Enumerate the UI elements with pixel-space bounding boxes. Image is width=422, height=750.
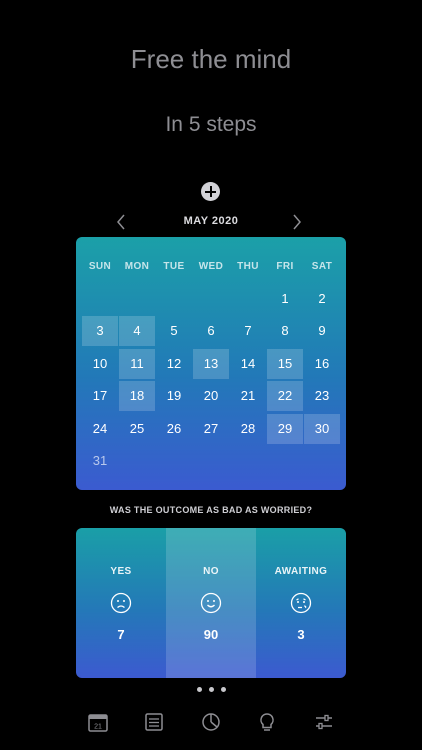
outcome-count: 90 bbox=[203, 627, 219, 642]
outcome-awaiting[interactable]: AWAITING 3 bbox=[256, 528, 346, 678]
calendar-day[interactable]: 21 bbox=[230, 381, 266, 411]
outcome-question: WAS THE OUTCOME AS BAD AS WORRIED? bbox=[109, 505, 313, 515]
outcome-label: NO bbox=[203, 566, 219, 577]
calendar-day[interactable]: 9 bbox=[304, 316, 340, 346]
calendar-day[interactable]: 23 bbox=[304, 381, 340, 411]
calendar-day[interactable]: 14 bbox=[230, 349, 266, 379]
page-dot bbox=[209, 687, 214, 692]
tab-list[interactable] bbox=[141, 709, 167, 735]
tab-bar: 21 bbox=[0, 705, 422, 739]
calendar-day[interactable]: 16 bbox=[304, 349, 340, 379]
calendar-day[interactable]: 22 bbox=[267, 381, 303, 412]
calendar-day[interactable]: 17 bbox=[82, 381, 118, 411]
weekday-label: SAT bbox=[311, 261, 333, 272]
tab-calendar[interactable]: 21 bbox=[85, 709, 111, 735]
calendar-day[interactable]: 18 bbox=[119, 381, 155, 412]
weekday-label: MON bbox=[124, 261, 150, 272]
hero-title: Free the mind bbox=[130, 44, 292, 74]
calendar-day[interactable]: 13 bbox=[193, 348, 229, 379]
calendar-day[interactable]: 26 bbox=[156, 414, 192, 444]
hero-subtitle: In 5 steps bbox=[165, 113, 257, 136]
add-entry-button[interactable] bbox=[201, 182, 220, 201]
outcome-count: 7 bbox=[117, 627, 125, 642]
calendar-day[interactable]: 3 bbox=[82, 316, 118, 347]
calendar-day[interactable]: 2 bbox=[304, 284, 340, 314]
outcome-yes[interactable]: YES 7 bbox=[76, 528, 166, 678]
outcome-summary: YES 7 NO 90 AWAITING 3 bbox=[76, 528, 346, 678]
tab-ideas[interactable] bbox=[254, 709, 280, 735]
calendar-day[interactable]: 15 bbox=[267, 348, 303, 379]
calendar-day[interactable]: 10 bbox=[82, 349, 118, 379]
calendar-day[interactable]: 29 bbox=[267, 413, 303, 444]
tab-stats[interactable] bbox=[198, 709, 224, 735]
pie-chart-icon bbox=[202, 713, 220, 731]
calendar-icon-day: 21 bbox=[94, 724, 102, 731]
calendar-day[interactable]: 24 bbox=[82, 414, 118, 444]
calendar-day[interactable]: 4 bbox=[119, 316, 155, 347]
calendar-day[interactable]: 25 bbox=[119, 414, 155, 444]
lightbulb-icon bbox=[260, 713, 274, 731]
month-label: MAY 2020 bbox=[183, 215, 239, 227]
outcome-label: AWAITING bbox=[274, 566, 328, 577]
calendar-day[interactable]: 28 bbox=[230, 414, 266, 444]
page-dot bbox=[221, 687, 226, 692]
weekday-label: WED bbox=[198, 261, 224, 272]
month-calendar: SUN MON TUE WED THU FRI SAT 1 2 3 4 5 6 7 8 9 10 11 12 13 1… bbox=[76, 237, 346, 490]
calendar-day[interactable]: 11 bbox=[119, 348, 155, 379]
weekday-label: SUN bbox=[88, 261, 112, 272]
calendar-day[interactable]: 1 bbox=[267, 284, 303, 314]
sliders-icon bbox=[316, 714, 332, 730]
calendar-day[interactable]: 20 bbox=[193, 381, 229, 411]
calendar-day[interactable]: 30 bbox=[304, 413, 340, 444]
weekday-label: THU bbox=[237, 261, 259, 272]
calendar-day[interactable]: 31 bbox=[82, 446, 118, 476]
next-month-button[interactable] bbox=[289, 213, 305, 231]
calendar-day[interactable]: 27 bbox=[193, 414, 229, 444]
calendar-day[interactable]: 19 bbox=[156, 381, 192, 411]
weekday-label: TUE bbox=[163, 261, 185, 272]
outcome-count: 3 bbox=[297, 627, 305, 642]
outcome-label: YES bbox=[110, 566, 132, 577]
calendar-day[interactable]: 6 bbox=[193, 316, 229, 346]
calendar-day[interactable]: 5 bbox=[156, 316, 192, 346]
tab-settings[interactable] bbox=[311, 709, 337, 735]
page-dot bbox=[197, 687, 202, 692]
outcome-no[interactable]: NO 90 bbox=[166, 528, 256, 678]
calendar-icon: 21 bbox=[88, 714, 108, 732]
sad-face-icon bbox=[110, 592, 132, 614]
calendar-day[interactable]: 8 bbox=[267, 316, 303, 346]
weekday-label: FRI bbox=[276, 261, 294, 272]
calendar-day[interactable]: 7 bbox=[230, 316, 266, 346]
chevron-right-icon bbox=[293, 214, 301, 230]
list-icon bbox=[145, 713, 163, 731]
happy-face-icon bbox=[200, 592, 222, 614]
thinking-face-icon bbox=[290, 592, 312, 614]
page-indicator[interactable] bbox=[197, 687, 227, 693]
calendar-day[interactable]: 12 bbox=[156, 349, 192, 379]
